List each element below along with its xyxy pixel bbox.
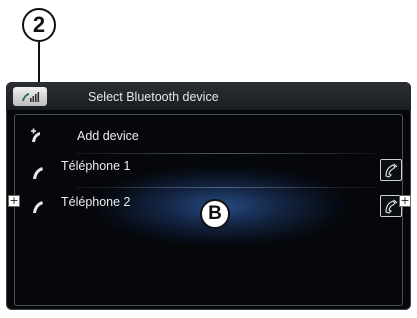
add-device-icon <box>31 128 40 142</box>
phone-signal-icon <box>22 91 40 102</box>
row-divider <box>75 187 375 188</box>
back-button[interactable] <box>13 87 47 106</box>
plus-marker-right: + <box>399 194 411 207</box>
connect-phone-button[interactable] <box>380 159 402 181</box>
add-device-row[interactable]: Add device <box>15 119 404 153</box>
plus-marker-left: + <box>8 194 20 207</box>
callout-2: 2 <box>22 8 56 42</box>
row-divider <box>75 153 375 154</box>
add-device-label: Add device <box>77 129 139 143</box>
device-row-telephone-1[interactable]: Téléphone 1 <box>15 155 404 189</box>
phone-handset-icon <box>385 163 398 178</box>
callout-b: B <box>200 199 230 229</box>
page-title: Select Bluetooth device <box>88 90 219 104</box>
phone-icon <box>33 167 43 179</box>
phone-handset-icon <box>385 199 398 214</box>
bluetooth-screen: Select Bluetooth device Add device Télép… <box>6 82 411 310</box>
phone-icon <box>33 201 43 213</box>
device-label: Téléphone 2 <box>61 195 131 209</box>
header-bar: Select Bluetooth device <box>6 82 411 110</box>
device-label: Téléphone 1 <box>61 159 131 173</box>
